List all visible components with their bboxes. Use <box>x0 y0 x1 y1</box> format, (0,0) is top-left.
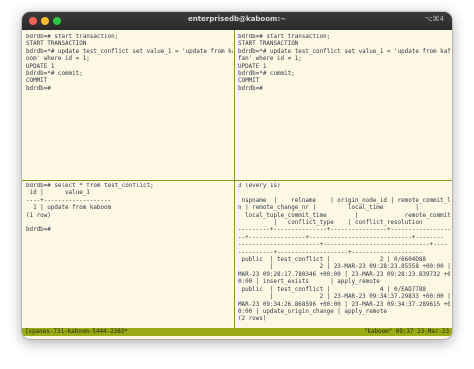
pane-top-left[interactable]: bdrdb=# start transaction; START TRANSAC… <box>26 34 233 188</box>
window-shortcut: ⌥⌘4 <box>424 15 444 23</box>
pane-divider-vertical[interactable] <box>234 30 235 328</box>
window-title: enterprisedb@kaboom:~ <box>187 15 287 23</box>
pane-top-left-output: bdrdb=# start transaction; START TRANSAC… <box>26 34 233 92</box>
pane-divider-horizontal[interactable] <box>22 180 452 181</box>
status-session: [xpanes-731-kaboom-5444-2383* <box>25 329 128 335</box>
pane-top-right[interactable]: bdrdb=# start transaction; START TRANSAC… <box>238 34 450 188</box>
status-host-time: "kaboom" 09:37 23-Mar-23 <box>363 329 449 335</box>
title-bar: enterprisedb@kaboom:~ ⌥⌘4 <box>22 12 452 30</box>
tmux-status-bar: [xpanes-731-kaboom-5444-2383* "kaboom" 0… <box>22 328 452 336</box>
pane-bottom-right-output: 3 (every 1s) nspname | relname | origin_… <box>238 183 450 323</box>
pane-top-right-output: bdrdb=# start transaction; START TRANSAC… <box>238 34 450 92</box>
pane-bottom-left-output: bdrdb=# select * from test_conflict; id … <box>26 183 154 234</box>
pane-bottom-right[interactable]: 3 (every 1s) nspname | relname | origin_… <box>238 183 450 327</box>
pane-bottom-left[interactable]: bdrdb=# select * from test_conflict; id … <box>26 183 233 327</box>
terminal-window: enterprisedb@kaboom:~ ⌥⌘4 bdrdb=# start … <box>22 12 452 339</box>
